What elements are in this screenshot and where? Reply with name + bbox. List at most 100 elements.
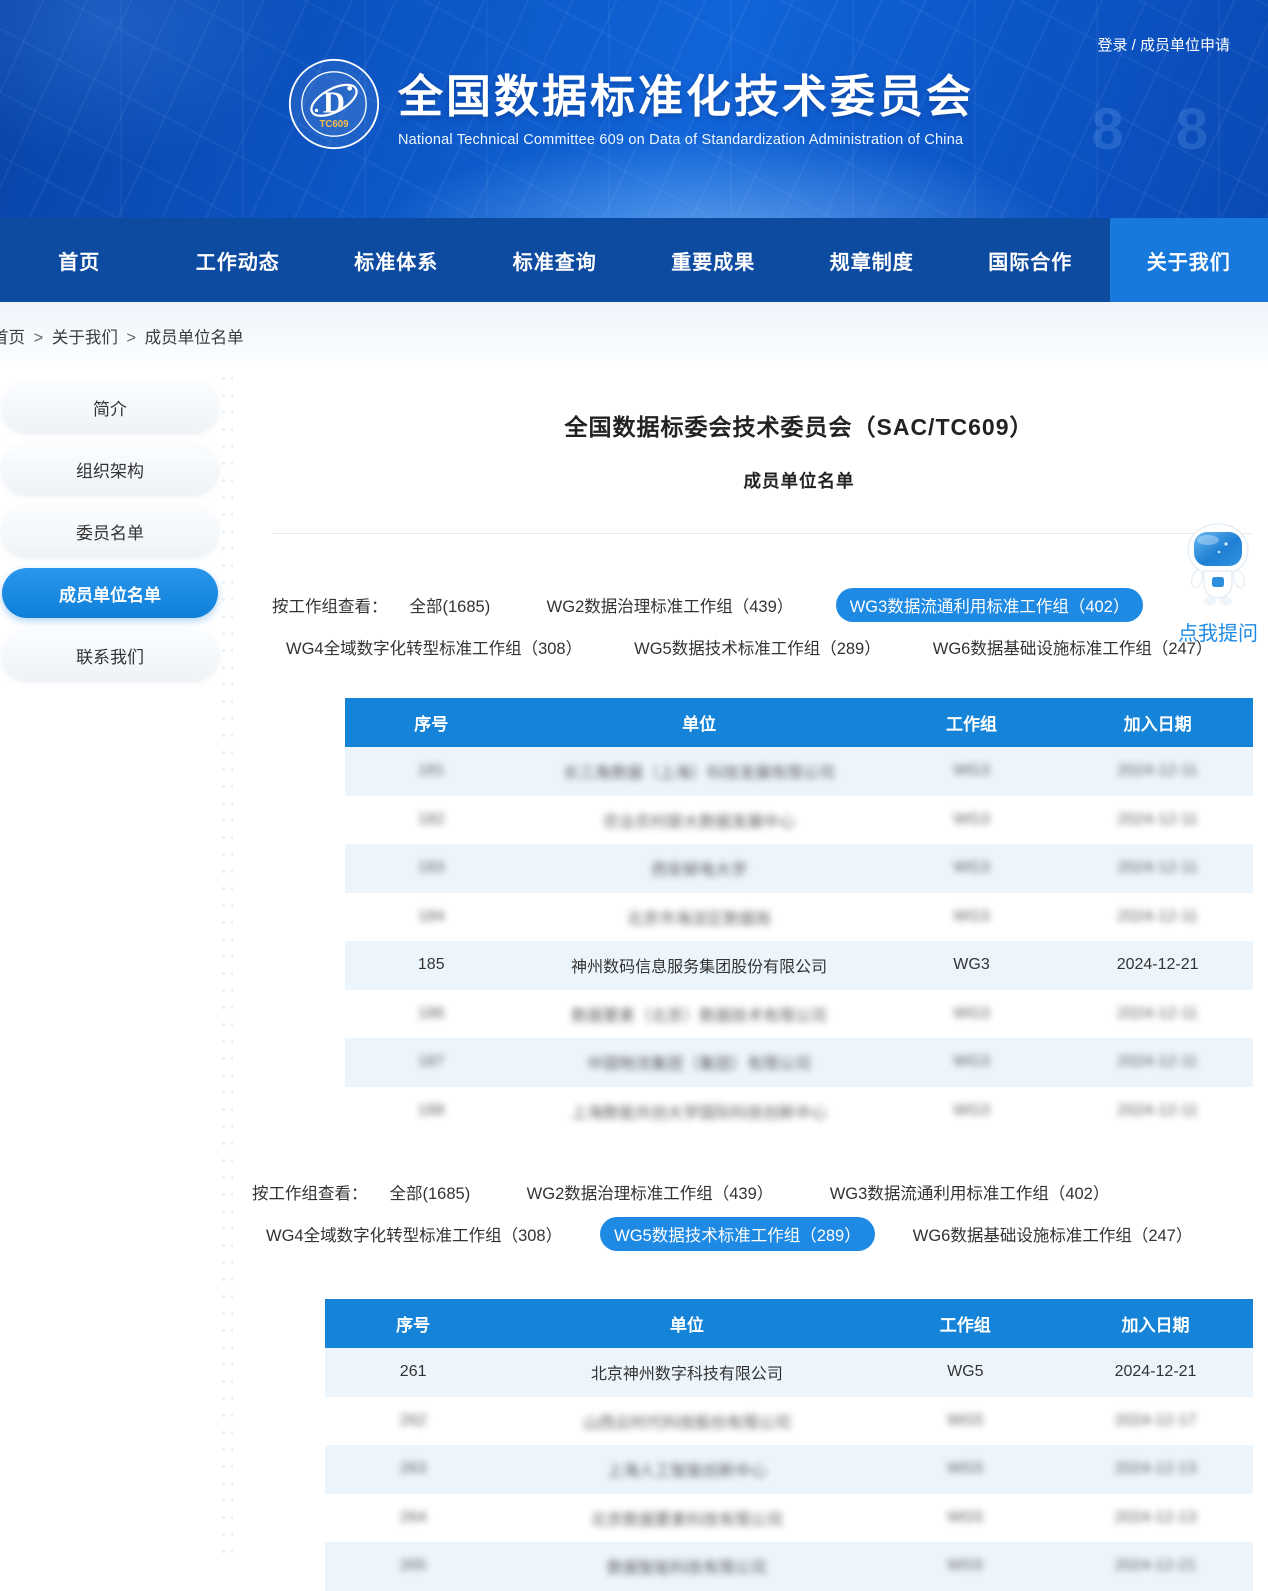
breadcrumb-item[interactable]: 首页 <box>0 329 25 347</box>
table-header-row: 序号 单位 工作组 加入日期 <box>345 698 1253 747</box>
cell-workgroup: WG5 <box>947 1557 983 1575</box>
table-row[interactable]: 185 神州数码信息服务集团股份有限公司 WG3 2024-12-21 <box>345 941 1253 990</box>
cell-unit: 山西云时代科技股份有限公司 <box>583 1409 791 1433</box>
sidebar-item-label: 组织架构 <box>76 457 144 482</box>
filter-section-wg3: 按工作组查看： 全部(1685) WG2数据治理标准工作组（439） WG3数据… <box>272 588 1253 664</box>
cell-workgroup: WG5 <box>947 1363 983 1381</box>
site-brand: D TC609 全国数据标准化技术委员会 National Technical … <box>288 58 974 150</box>
cell-join-date: 2024-12-11 <box>1117 762 1198 780</box>
cell-unit: 北京神州数字科技有限公司 <box>591 1360 783 1384</box>
cell-unit: 上海人工智能创新中心 <box>607 1457 767 1481</box>
workgroup-filter[interactable]: WG3数据流通利用标准工作组（402） <box>816 1175 1124 1209</box>
cell-join-date: 2024-12-21 <box>1115 1557 1197 1575</box>
nav-item[interactable]: 工作动态 <box>159 218 318 302</box>
workgroup-filter[interactable]: WG4全域数字化转型标准工作组（308） <box>272 630 596 664</box>
site-logo: D TC609 <box>288 58 380 150</box>
workgroup-filter[interactable]: WG5数据技术标准工作组（289） <box>620 630 895 664</box>
nav-item[interactable]: 标准体系 <box>317 218 476 302</box>
table-row[interactable]: 261 北京神州数字科技有限公司 WG5 2024-12-21 <box>325 1348 1253 1397</box>
nav-item[interactable]: 规章制度 <box>793 218 952 302</box>
logo-letter: D <box>323 85 345 119</box>
login-apply-link[interactable]: 登录 / 成员单位申请 <box>1097 34 1230 55</box>
cell-unit: 数据智能科技有限公司 <box>607 1554 767 1578</box>
table-row[interactable]: 187 中国物流集团（集团）有限公司 WG3 2024-12-11 <box>345 1038 1253 1087</box>
filter-label: 按工作组查看： <box>272 593 388 617</box>
cell-workgroup: WG3 <box>953 859 989 877</box>
table-row[interactable]: 188 上海数能共创大学国际科技创新中心 WG3 2024-12-11 <box>345 1087 1253 1136</box>
table-header-row: 序号 单位 工作组 加入日期 <box>325 1299 1253 1348</box>
cell-serial: 263 <box>400 1460 427 1478</box>
table-header-cell: 工作组 <box>881 698 1063 747</box>
nav-item-label: 关于我们 <box>1147 246 1231 275</box>
breadcrumb: 首页 关于我们 成员单位名单 <box>0 324 244 348</box>
sidebar-item[interactable]: 联系我们 <box>2 630 218 680</box>
page-subtitle: 成员单位名单 <box>345 468 1253 493</box>
logo-code: TC609 <box>320 119 350 130</box>
workgroup-filter[interactable]: 全部(1685) <box>396 588 505 622</box>
nav-item-label: 标准体系 <box>354 246 438 275</box>
cell-unit: 北京市海淀区数据局 <box>627 905 771 929</box>
table-row[interactable]: 184 北京市海淀区数据局 WG3 2024-12-11 <box>345 893 1253 942</box>
workgroup-filter[interactable]: WG3数据流通利用标准工作组（402） <box>836 588 1144 622</box>
table-row[interactable]: 182 农业农村部大数据发展中心 WG3 2024-12-11 <box>345 796 1253 845</box>
table-header-cell: 加入日期 <box>1062 698 1253 747</box>
breadcrumb-bar: 首页 关于我们 成员单位名单 <box>0 302 1268 370</box>
nav-item[interactable]: 重要成果 <box>634 218 793 302</box>
cell-join-date: 2024-12-13 <box>1115 1509 1197 1527</box>
breadcrumb-item[interactable]: 关于我们 <box>30 329 118 347</box>
table-row[interactable]: 265 数据智能科技有限公司 WG5 2024-12-21 <box>325 1542 1253 1591</box>
nav-item[interactable]: 首页 <box>0 218 159 302</box>
nav-item[interactable]: 关于我们 <box>1110 218 1268 302</box>
cell-unit: 长三角数据（上海）科技发展有限公司 <box>563 759 835 783</box>
table-row[interactable]: 186 数据要素（北京）数据技术有限公司 WG3 2024-12-11 <box>345 990 1253 1039</box>
cell-serial: 185 <box>418 956 445 974</box>
table-row[interactable]: 264 北京数据要素科技有限公司 WG5 2024-12-13 <box>325 1494 1253 1543</box>
table-row[interactable]: 263 上海人工智能创新中心 WG5 2024-12-13 <box>325 1445 1253 1494</box>
assistant-label[interactable]: 点我提问 <box>1170 617 1266 646</box>
sidebar-item[interactable]: 简介 <box>2 382 218 432</box>
cell-join-date: 2024-12-11 <box>1117 1053 1198 1071</box>
members-table-wg3: 序号 单位 工作组 加入日期 181 长三角数据（上海）科技发展有限公司 <box>345 698 1253 1135</box>
page-title: 全国数据标委会技术委员会（SAC/TC609） <box>345 370 1253 442</box>
assistant-widget[interactable]: 点我提问 <box>1170 522 1266 646</box>
cell-serial: 188 <box>418 1102 445 1120</box>
breadcrumb-item[interactable]: 成员单位名单 <box>122 329 243 347</box>
cell-join-date: 2024-12-11 <box>1117 859 1198 877</box>
cell-join-date: 2024-12-11 <box>1117 811 1198 829</box>
nav-item-label: 首页 <box>58 246 100 275</box>
workgroup-filter[interactable]: WG5数据技术标准工作组（289） <box>600 1217 875 1251</box>
divider <box>272 533 1253 534</box>
cell-unit: 西安邮电大学 <box>651 856 747 880</box>
site-title-cn: 全国数据标准化技术委员会 <box>398 60 974 125</box>
cell-unit: 农业农村部大数据发展中心 <box>603 808 795 832</box>
cell-unit: 中国物流集团（集团）有限公司 <box>587 1050 811 1074</box>
table-header-cell: 单位 <box>518 698 881 747</box>
table-row[interactable]: 262 山西云时代科技股份有限公司 WG5 2024-12-17 <box>325 1397 1253 1446</box>
cell-workgroup: WG3 <box>953 1053 989 1071</box>
cell-serial: 264 <box>400 1509 427 1527</box>
nav-item-label: 规章制度 <box>830 246 914 275</box>
header-decoration-digits: 8 8 <box>1091 96 1226 163</box>
table-row[interactable]: 183 西安邮电大学 WG3 2024-12-11 <box>345 844 1253 893</box>
table-header-cell: 序号 <box>345 698 518 747</box>
table-row[interactable]: 181 长三角数据（上海）科技发展有限公司 WG3 2024-12-11 <box>345 747 1253 796</box>
assistant-robot-icon[interactable] <box>1182 522 1254 610</box>
table-header-cell: 加入日期 <box>1058 1299 1253 1348</box>
cell-join-date: 2024-12-21 <box>1115 1363 1197 1381</box>
cell-workgroup: WG3 <box>953 1005 989 1023</box>
sidebar-item[interactable]: 成员单位名单 <box>2 568 218 618</box>
brand-text: 全国数据标准化技术委员会 National Technical Committe… <box>398 60 974 148</box>
cell-serial: 186 <box>418 1005 445 1023</box>
workgroup-filter[interactable]: WG4全域数字化转型标准工作组（308） <box>252 1217 576 1251</box>
workgroup-filter[interactable]: 全部(1685) <box>376 1175 485 1209</box>
nav-item[interactable]: 标准查询 <box>476 218 635 302</box>
sidebar-item[interactable]: 委员名单 <box>2 506 218 556</box>
sidebar-item[interactable]: 组织架构 <box>2 444 218 494</box>
cell-serial: 182 <box>418 811 445 829</box>
nav-item[interactable]: 国际合作 <box>951 218 1110 302</box>
table-header-cell: 序号 <box>325 1299 501 1348</box>
workgroup-filter[interactable]: WG6数据基础设施标准工作组（247） <box>899 1217 1207 1251</box>
workgroup-filter[interactable]: WG2数据治理标准工作组（439） <box>533 588 808 622</box>
cell-join-date: 2024-12-21 <box>1117 956 1199 974</box>
workgroup-filter[interactable]: WG2数据治理标准工作组（439） <box>513 1175 788 1209</box>
